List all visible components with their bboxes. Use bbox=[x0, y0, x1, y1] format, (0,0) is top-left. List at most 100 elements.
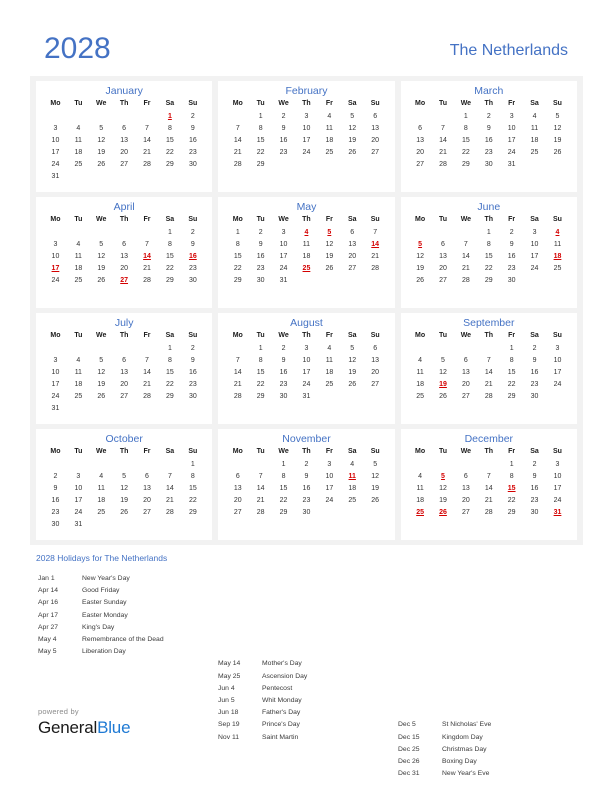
day-cell[interactable]: 16 bbox=[249, 250, 272, 262]
day-cell[interactable]: 6 bbox=[113, 354, 136, 366]
day-cell[interactable]: 20 bbox=[341, 250, 364, 262]
day-cell[interactable]: 8 bbox=[249, 354, 272, 366]
day-cell[interactable]: 12 bbox=[364, 470, 387, 482]
day-cell[interactable]: 10 bbox=[523, 238, 546, 250]
day-cell[interactable]: 22 bbox=[272, 494, 295, 506]
day-cell[interactable]: 1 bbox=[158, 226, 181, 238]
day-cell[interactable]: 30 bbox=[44, 518, 67, 530]
day-cell[interactable]: 20 bbox=[113, 378, 136, 390]
day-cell[interactable]: 1 bbox=[226, 226, 249, 238]
day-cell[interactable]: 8 bbox=[158, 354, 181, 366]
day-cell[interactable]: 1 bbox=[181, 458, 204, 470]
day-cell[interactable]: 17 bbox=[44, 378, 67, 390]
day-cell[interactable]: 5 bbox=[546, 110, 569, 122]
day-cell[interactable]: 12 bbox=[432, 366, 455, 378]
day-cell[interactable]: 3 bbox=[295, 110, 318, 122]
day-cell[interactable]: 12 bbox=[432, 482, 455, 494]
day-cell[interactable]: 7 bbox=[477, 354, 500, 366]
day-cell[interactable]: 18 bbox=[409, 378, 432, 390]
day-cell[interactable]: 24 bbox=[44, 158, 67, 170]
day-cell[interactable]: 20 bbox=[454, 378, 477, 390]
day-cell[interactable]: 24 bbox=[500, 146, 523, 158]
day-cell[interactable]: 15 bbox=[272, 482, 295, 494]
day-cell[interactable]: 13 bbox=[113, 250, 136, 262]
day-cell[interactable]: 4 bbox=[90, 470, 113, 482]
day-cell[interactable]: 26 bbox=[90, 390, 113, 402]
day-cell-holiday[interactable]: 16 bbox=[181, 250, 204, 262]
day-cell[interactable]: 4 bbox=[318, 110, 341, 122]
day-cell[interactable]: 6 bbox=[454, 470, 477, 482]
day-cell[interactable]: 9 bbox=[477, 122, 500, 134]
day-cell[interactable]: 23 bbox=[500, 262, 523, 274]
day-cell[interactable]: 3 bbox=[67, 470, 90, 482]
day-cell[interactable]: 20 bbox=[136, 494, 159, 506]
day-cell[interactable]: 27 bbox=[113, 390, 136, 402]
day-cell[interactable]: 2 bbox=[181, 342, 204, 354]
day-cell[interactable]: 17 bbox=[546, 482, 569, 494]
day-cell[interactable]: 2 bbox=[500, 226, 523, 238]
day-cell[interactable]: 31 bbox=[44, 402, 67, 414]
day-cell[interactable]: 14 bbox=[158, 482, 181, 494]
day-cell[interactable]: 10 bbox=[295, 354, 318, 366]
day-cell[interactable]: 1 bbox=[158, 342, 181, 354]
day-cell[interactable]: 3 bbox=[546, 458, 569, 470]
day-cell[interactable]: 23 bbox=[295, 494, 318, 506]
day-cell[interactable]: 17 bbox=[295, 366, 318, 378]
day-cell[interactable]: 16 bbox=[272, 134, 295, 146]
day-cell[interactable]: 9 bbox=[500, 238, 523, 250]
day-cell[interactable]: 30 bbox=[295, 506, 318, 518]
day-cell[interactable]: 19 bbox=[318, 250, 341, 262]
day-cell[interactable]: 29 bbox=[454, 158, 477, 170]
day-cell[interactable]: 8 bbox=[158, 122, 181, 134]
day-cell[interactable]: 23 bbox=[44, 506, 67, 518]
day-cell[interactable]: 26 bbox=[546, 146, 569, 158]
day-cell[interactable]: 7 bbox=[477, 470, 500, 482]
day-cell[interactable]: 28 bbox=[477, 506, 500, 518]
day-cell[interactable]: 21 bbox=[364, 250, 387, 262]
day-cell[interactable]: 15 bbox=[500, 366, 523, 378]
day-cell[interactable]: 23 bbox=[477, 146, 500, 158]
day-cell[interactable]: 9 bbox=[523, 354, 546, 366]
day-cell[interactable]: 20 bbox=[364, 134, 387, 146]
day-cell[interactable]: 21 bbox=[226, 146, 249, 158]
day-cell[interactable]: 6 bbox=[341, 226, 364, 238]
day-cell[interactable]: 24 bbox=[44, 390, 67, 402]
day-cell[interactable]: 8 bbox=[249, 122, 272, 134]
day-cell[interactable]: 21 bbox=[454, 262, 477, 274]
day-cell[interactable]: 25 bbox=[546, 262, 569, 274]
day-cell[interactable]: 10 bbox=[44, 250, 67, 262]
day-cell[interactable]: 15 bbox=[158, 134, 181, 146]
day-cell[interactable]: 29 bbox=[500, 506, 523, 518]
day-cell[interactable]: 27 bbox=[454, 506, 477, 518]
day-cell[interactable]: 28 bbox=[364, 262, 387, 274]
day-cell[interactable]: 29 bbox=[226, 274, 249, 286]
day-cell[interactable]: 1 bbox=[272, 458, 295, 470]
day-cell[interactable]: 27 bbox=[364, 146, 387, 158]
day-cell[interactable]: 9 bbox=[272, 354, 295, 366]
day-cell[interactable]: 2 bbox=[181, 110, 204, 122]
day-cell[interactable]: 6 bbox=[226, 470, 249, 482]
day-cell[interactable]: 17 bbox=[272, 250, 295, 262]
day-cell[interactable]: 18 bbox=[295, 250, 318, 262]
day-cell[interactable]: 11 bbox=[409, 366, 432, 378]
day-cell[interactable]: 7 bbox=[136, 354, 159, 366]
day-cell[interactable]: 7 bbox=[158, 470, 181, 482]
day-cell[interactable]: 16 bbox=[44, 494, 67, 506]
day-cell[interactable]: 8 bbox=[477, 238, 500, 250]
day-cell[interactable]: 16 bbox=[181, 134, 204, 146]
day-cell[interactable]: 7 bbox=[136, 122, 159, 134]
day-cell[interactable]: 24 bbox=[546, 494, 569, 506]
day-cell-holiday[interactable]: 31 bbox=[546, 506, 569, 518]
day-cell[interactable]: 15 bbox=[249, 366, 272, 378]
day-cell[interactable]: 28 bbox=[158, 506, 181, 518]
day-cell[interactable]: 29 bbox=[249, 390, 272, 402]
day-cell[interactable]: 12 bbox=[318, 238, 341, 250]
day-cell[interactable]: 11 bbox=[318, 354, 341, 366]
day-cell-holiday[interactable]: 1 bbox=[158, 110, 181, 122]
day-cell-holiday[interactable]: 14 bbox=[136, 250, 159, 262]
day-cell[interactable]: 17 bbox=[546, 366, 569, 378]
day-cell[interactable]: 29 bbox=[158, 158, 181, 170]
day-cell[interactable]: 30 bbox=[181, 390, 204, 402]
day-cell[interactable]: 21 bbox=[136, 146, 159, 158]
day-cell[interactable]: 10 bbox=[44, 366, 67, 378]
